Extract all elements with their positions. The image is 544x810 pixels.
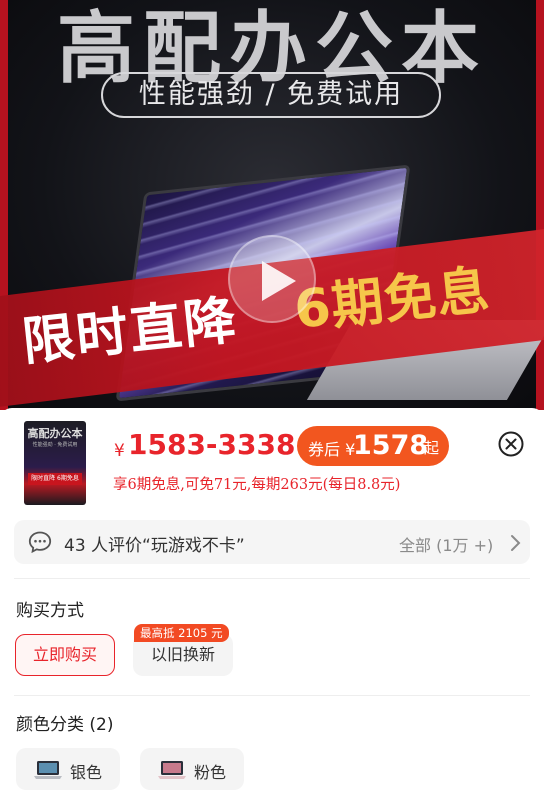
close-icon — [498, 431, 524, 457]
color-option-silver[interactable]: 银色 — [16, 748, 120, 790]
product-video-banner[interactable]: 高配办公本 性能强劲 / 免费试用 限时直降 6期免息 — [0, 0, 544, 410]
play-button[interactable] — [228, 235, 316, 323]
coupon-price: 1578 — [353, 430, 429, 461]
color-category-title: 颜色分类 (2) — [16, 715, 114, 735]
banner-subtitle: 性能强劲 / 免费试用 — [101, 72, 441, 118]
color-label: 银色 — [70, 763, 103, 782]
thumbnail-subtitle: 性能强劲 · 免费试用 — [32, 442, 78, 448]
play-icon — [262, 261, 296, 301]
chevron-right-icon — [511, 535, 521, 551]
installment-info: 享6期免息,可免71元,每期263元(每日8.8元) — [113, 477, 401, 493]
price-currency: ¥ — [114, 441, 125, 461]
sku-selection-sheet: 高配办公本 性能强劲 · 免费试用 限时直降 6期免息 ¥ 1583-3338 … — [0, 408, 544, 810]
review-summary-bar[interactable]: 43 人评价“玩游戏不卡” 全部 (1万 +) — [14, 520, 530, 564]
laptop-thumbnail-icon — [34, 761, 62, 779]
review-highlight: 43 人评价“玩游戏不卡” — [64, 536, 245, 556]
close-button[interactable] — [498, 431, 524, 457]
product-thumbnail[interactable]: 高配办公本 性能强劲 · 免费试用 限时直降 6期免息 — [24, 421, 86, 505]
comment-icon — [28, 531, 52, 554]
thumbnail-promo-strip: 限时直降 6期免息 — [28, 473, 82, 485]
purchase-method-title: 购买方式 — [16, 601, 84, 621]
trade-in-discount-tag: 最高抵 2105 元 — [134, 624, 229, 642]
divider — [14, 695, 530, 696]
coupon-suffix: 起 — [424, 439, 440, 457]
coupon-price-badge: 券后 ¥ 1578 起 — [297, 426, 449, 466]
buy-now-option[interactable]: 立即购买 — [15, 634, 115, 676]
laptop-thumbnail-icon — [158, 761, 186, 779]
color-option-pink[interactable]: 粉色 — [140, 748, 244, 790]
color-label: 粉色 — [194, 763, 227, 782]
review-all-link[interactable]: 全部 (1万 +) — [399, 532, 493, 556]
divider — [14, 578, 530, 579]
coupon-prefix: 券后 ¥ — [308, 440, 356, 459]
thumbnail-title: 高配办公本 — [27, 427, 83, 440]
price-range: 1583-3338 — [128, 428, 296, 461]
